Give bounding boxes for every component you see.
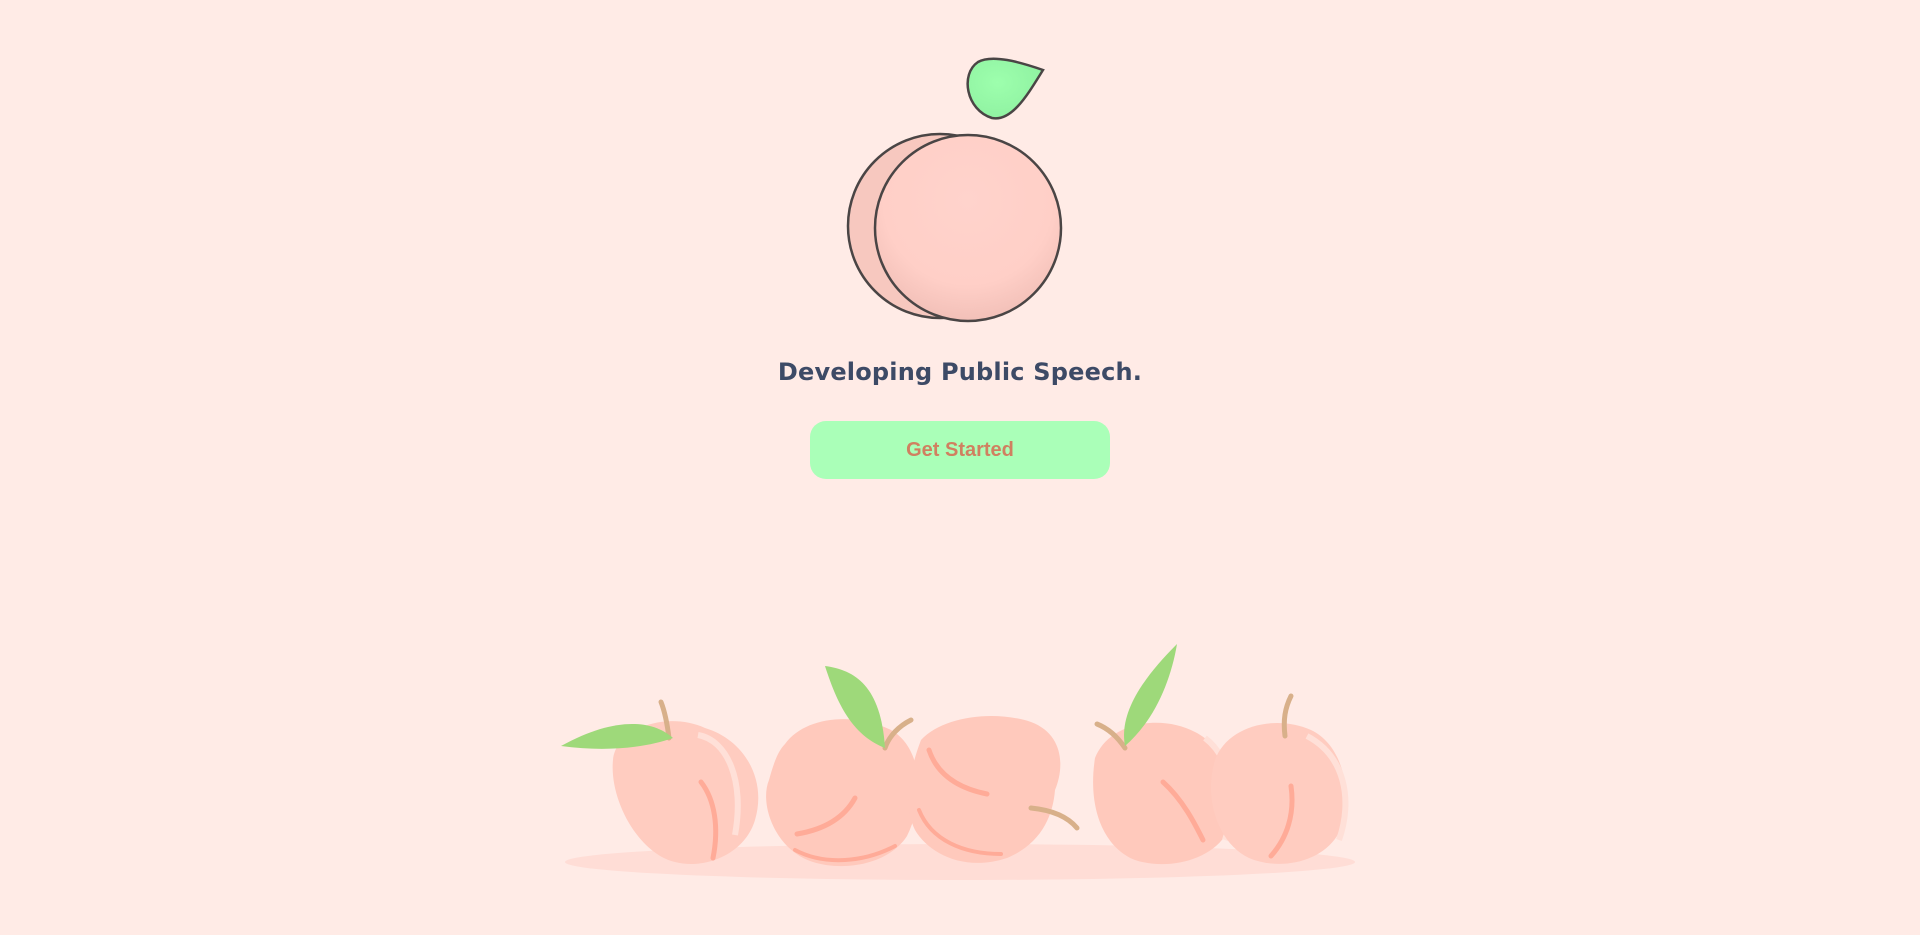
get-started-button[interactable]: Get Started	[810, 421, 1110, 479]
peaches-illustration	[561, 644, 1355, 880]
page-title: Developing Public Speech.	[777, 358, 1143, 386]
peach-1	[561, 699, 759, 865]
peach-2	[766, 666, 919, 867]
peach-3	[908, 716, 1080, 863]
landing-page: Developing Public Speech. Get Started	[0, 0, 1920, 935]
peach-5	[1210, 693, 1349, 864]
peach-logo-icon	[846, 57, 1063, 323]
peach-4	[1093, 644, 1235, 865]
